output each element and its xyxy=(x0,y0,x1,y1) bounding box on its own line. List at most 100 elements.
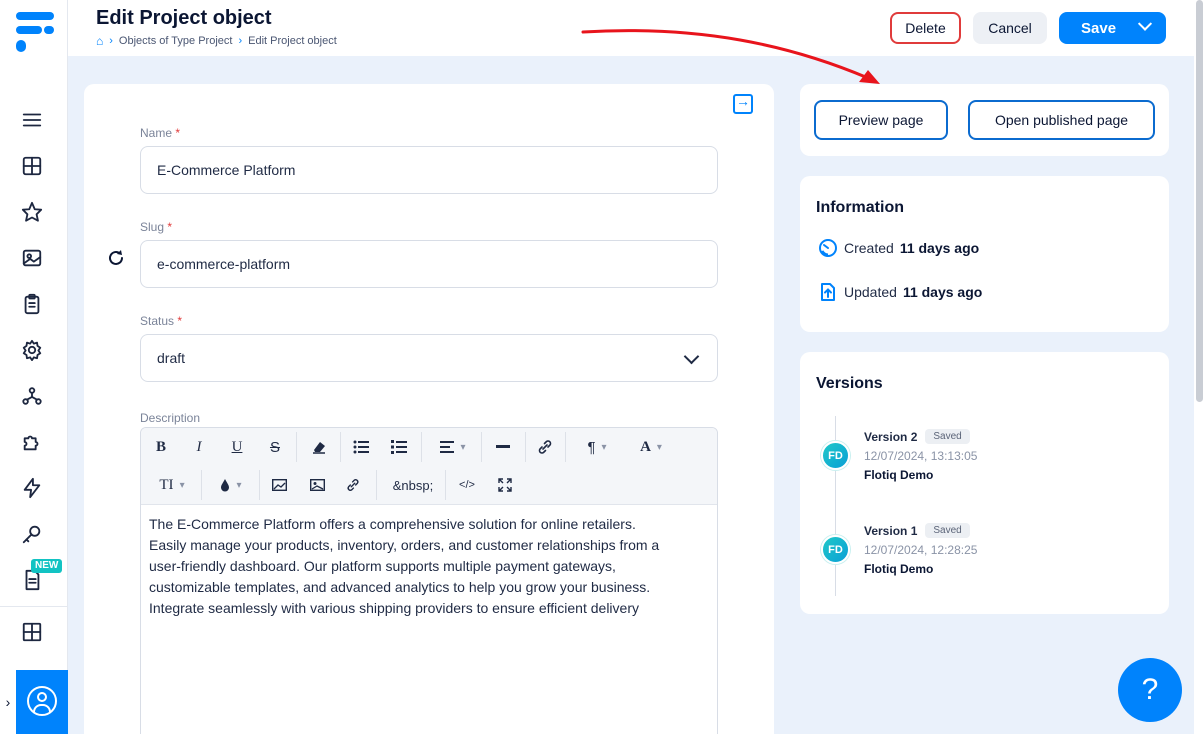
nbsp-button[interactable]: &nbsp; xyxy=(385,466,441,504)
layout-icon[interactable] xyxy=(20,620,44,644)
bullet-list-icon[interactable] xyxy=(349,428,373,466)
clipboard-icon[interactable] xyxy=(20,292,44,316)
preview-page-button[interactable]: Preview page xyxy=(814,100,948,140)
strikethrough-button[interactable]: S xyxy=(265,428,285,466)
breadcrumb: ⌂ › Objects of Type Project › Edit Proje… xyxy=(96,34,337,48)
version-2-title[interactable]: Version 2 Saved xyxy=(864,429,970,444)
status-select[interactable]: draft xyxy=(140,334,718,382)
grid-icon[interactable] xyxy=(20,154,44,178)
editor-toolbar-row-2: TI ▾ ▾ &nbsp; </> xyxy=(141,466,717,505)
version-date: 12/07/2024, 12:28:25 xyxy=(864,543,978,557)
help-button[interactable]: ? xyxy=(1118,658,1182,722)
version-author: Flotiq Demo xyxy=(864,468,934,482)
upload-file-icon xyxy=(821,283,835,301)
menu-icon[interactable] xyxy=(20,108,44,132)
text-line: user-friendly dashboard. Our platform su… xyxy=(149,558,616,574)
font-size-dropdown[interactable]: TI ▾ xyxy=(149,466,195,504)
media-library-icon[interactable] xyxy=(305,466,329,504)
font-color-icon: A xyxy=(640,438,651,455)
collapse-panel-icon[interactable] xyxy=(733,93,753,114)
key-icon[interactable] xyxy=(20,522,44,546)
fullscreen-icon[interactable] xyxy=(493,466,517,504)
puzzle-icon[interactable] xyxy=(20,430,44,454)
underline-button[interactable]: U xyxy=(227,428,247,466)
image-icon[interactable] xyxy=(20,246,44,270)
insert-image-icon[interactable] xyxy=(267,466,291,504)
scrollbar-thumb[interactable] xyxy=(1196,0,1203,402)
network-icon[interactable] xyxy=(20,384,44,408)
chevron-right-icon: › xyxy=(5,694,11,710)
font-color-dropdown[interactable]: A ▾ xyxy=(629,428,673,466)
cancel-button[interactable]: Cancel xyxy=(973,12,1047,44)
page-title: Edit Project object xyxy=(96,7,272,29)
numbered-list-icon[interactable] xyxy=(387,428,411,466)
editor-content[interactable]: The E-Commerce Platform offers a compreh… xyxy=(149,514,709,619)
align-dropdown[interactable]: ▾ xyxy=(431,428,475,466)
toolbar-divider xyxy=(376,470,377,500)
slug-label: Slug * xyxy=(140,220,173,234)
text-line: Easily manage your products, inventory, … xyxy=(149,537,660,553)
editor-toolbar-row-1: B I U S ▾ ¶ ▾ A ▾ xyxy=(141,428,717,467)
text-line: Integrate seamlessly with various shippi… xyxy=(149,600,639,616)
status-label: Status * xyxy=(140,314,183,328)
name-input[interactable]: E-Commerce Platform xyxy=(140,146,718,194)
source-code-icon[interactable]: </> xyxy=(455,466,479,504)
paragraph-icon: ¶ xyxy=(587,438,596,456)
version-title-text[interactable]: Version 2 xyxy=(864,430,917,444)
eraser-icon[interactable] xyxy=(307,428,331,466)
star-icon[interactable] xyxy=(20,200,44,224)
toolbar-divider xyxy=(259,470,260,500)
horizontal-rule-icon[interactable] xyxy=(491,428,515,466)
version-author: Flotiq Demo xyxy=(864,562,934,576)
gear-icon[interactable] xyxy=(20,338,44,362)
chevron-right-icon: › xyxy=(238,35,243,47)
name-label: Name * xyxy=(140,126,181,140)
created-label: Created xyxy=(844,240,894,256)
save-button[interactable]: Save xyxy=(1059,12,1166,44)
link-icon[interactable] xyxy=(533,428,557,466)
version-date: 12/07/2024, 13:13:05 xyxy=(864,449,978,463)
toolbar-divider xyxy=(525,432,526,462)
chevron-down-icon: ▾ xyxy=(179,479,185,491)
versions-title: Versions xyxy=(816,375,883,392)
breadcrumb-current: Edit Project object xyxy=(248,35,337,47)
toolbar-divider xyxy=(201,470,202,500)
bold-button[interactable]: B xyxy=(151,428,171,466)
sidebar: NEW › xyxy=(0,0,68,734)
chevron-down-icon: ▾ xyxy=(236,479,242,491)
font-size-icon: TI xyxy=(159,476,174,493)
toolbar-divider xyxy=(421,432,422,462)
delete-button[interactable]: Delete xyxy=(890,12,961,44)
chevron-down-icon xyxy=(683,348,700,365)
updated-label: Updated xyxy=(844,284,897,300)
rich-text-editor[interactable]: B I U S ▾ ¶ ▾ A ▾ TI ▾ ▾ &nbsp; </> The … xyxy=(140,427,718,734)
clock-icon xyxy=(819,239,837,257)
chevron-down-icon: ▾ xyxy=(460,441,466,453)
description-label: Description xyxy=(140,411,201,425)
open-published-page-button[interactable]: Open published page xyxy=(968,100,1155,140)
refresh-slug-icon[interactable] xyxy=(106,248,126,268)
toolbar-divider xyxy=(481,432,482,462)
slug-input[interactable]: e-commerce-platform xyxy=(140,240,718,288)
toolbar-divider xyxy=(340,432,341,462)
toolbar-divider xyxy=(445,470,446,500)
chevron-down-icon[interactable] xyxy=(1137,16,1153,31)
expand-sidebar-button[interactable]: › xyxy=(0,670,16,734)
breadcrumb-link-objects[interactable]: Objects of Type Project xyxy=(119,35,233,47)
version-status-badge: Saved xyxy=(925,523,970,538)
home-icon[interactable]: ⌂ xyxy=(96,34,103,48)
toolbar-divider xyxy=(565,432,566,462)
user-avatar-icon[interactable] xyxy=(27,686,57,716)
flotiq-logo[interactable] xyxy=(14,10,56,54)
version-title-text[interactable]: Version 1 xyxy=(864,524,917,538)
chevron-right-icon: › xyxy=(109,35,113,47)
version-1-title[interactable]: Version 1 Saved xyxy=(864,523,970,538)
toolbar-divider xyxy=(296,432,297,462)
paragraph-dropdown[interactable]: ¶ ▾ xyxy=(575,428,619,466)
link-icon[interactable] xyxy=(341,466,365,504)
lightning-icon[interactable] xyxy=(20,476,44,500)
italic-button[interactable]: I xyxy=(189,428,209,466)
updated-value: 11 days ago xyxy=(902,284,983,300)
highlight-color-dropdown[interactable]: ▾ xyxy=(209,466,253,504)
save-button-label: Save xyxy=(1081,19,1117,37)
